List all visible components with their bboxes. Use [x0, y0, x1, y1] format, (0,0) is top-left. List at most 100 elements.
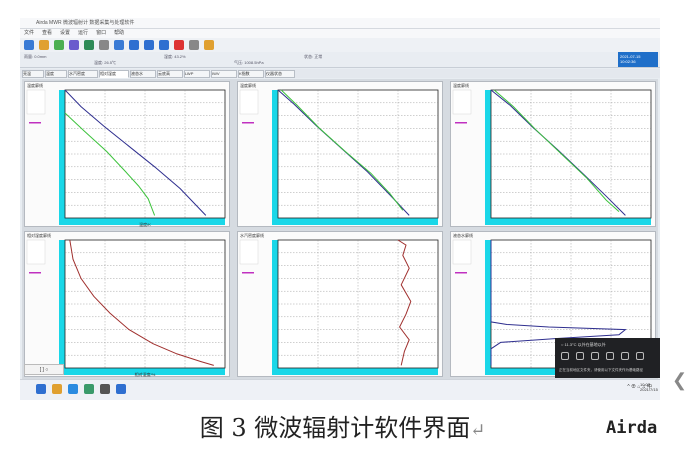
legend-marker	[29, 122, 41, 124]
menu-item-1[interactable]: 查看	[38, 29, 56, 38]
instrument-status-bar: 雨量: 0.0mm 温度: 26.5℃ 湿度: 43.2% 气压: 1008.5hPa…	[20, 52, 660, 68]
camera-icon[interactable]	[576, 352, 584, 360]
panel-title: 温度廓线	[240, 82, 256, 88]
legend-marker	[242, 272, 254, 274]
profile-chart-svg: 相对湿度廓线相对湿度/%	[26, 232, 226, 377]
app-icon[interactable]	[116, 384, 126, 394]
settings-icon[interactable]	[99, 40, 109, 50]
watermark-text: Airda	[606, 418, 658, 438]
legend-marker	[29, 272, 41, 274]
antenna-icon[interactable]	[189, 40, 199, 50]
profile-panel-1[interactable]: 温度廓线	[237, 81, 443, 227]
browser-icon[interactable]	[68, 384, 78, 394]
share-icon[interactable]	[591, 352, 599, 360]
profile-chart-svg: 温度廓线温度/K	[26, 82, 226, 227]
save-icon[interactable]	[24, 40, 34, 50]
clock-date: 2021/7/15	[640, 387, 658, 392]
window-control-button[interactable]: [ ] ○	[24, 364, 64, 375]
legend-box	[26, 89, 46, 115]
return-mark: ↵	[470, 420, 486, 441]
status-field-2: 湿度: 43.2%	[164, 54, 186, 59]
menu-item-3[interactable]: 运行	[74, 29, 92, 38]
open-icon[interactable]	[39, 40, 49, 50]
profile-plots-area: 温度廓线 温度/K 温度廓线 温度廓线 相对湿度廓线 相对湿度/% 水汽密度廓线 液态水廓线	[22, 79, 658, 379]
status-field-1: 温度: 26.5℃	[94, 60, 117, 65]
tab-5[interactable]: 云底高	[157, 70, 183, 78]
profile-panel-0[interactable]: 温度廓线温度/K	[24, 81, 230, 227]
y-axis-band	[59, 90, 65, 224]
chevron-left-icon[interactable]: ❮	[672, 370, 685, 391]
profile-chart-svg: 温度廓线	[239, 82, 439, 225]
status-field-4: 状态: 正常	[304, 54, 323, 59]
record-icon[interactable]	[621, 352, 629, 360]
settings-icon[interactable]	[636, 352, 644, 360]
panel-title: 温度廓线	[27, 82, 43, 88]
window-title: Airda MWR 微波辐射计 数据采集与处理软件	[36, 20, 135, 26]
x-axis-band	[272, 218, 438, 225]
pause-icon[interactable]	[144, 40, 154, 50]
status-time: 10:02:36	[620, 59, 636, 64]
x-axis-label: 温度/K	[139, 221, 151, 227]
tab-6[interactable]: LWP	[184, 70, 210, 78]
legend-marker	[455, 122, 467, 124]
folder-icon[interactable]	[606, 352, 614, 360]
panel-title: 相对湿度廓线	[27, 232, 51, 238]
caption-text: 图 3 微波辐射计软件界面	[199, 414, 471, 442]
mic-icon[interactable]	[561, 352, 569, 360]
x-axis-band	[485, 218, 651, 225]
camera-icon[interactable]	[114, 40, 124, 50]
tab-7[interactable]: IWV	[211, 70, 237, 78]
figure-caption: 图 3 微波辐射计软件界面↵	[0, 408, 685, 443]
x-axis-band	[272, 368, 438, 375]
tab-1[interactable]: 温度	[45, 70, 67, 78]
status-field-3: 气压: 1008.5hPa	[234, 60, 264, 65]
legend-box	[452, 239, 472, 265]
help-icon[interactable]	[204, 40, 214, 50]
y-axis-band	[485, 240, 491, 374]
tab-8[interactable]: K指数	[238, 70, 264, 78]
start-icon[interactable]	[36, 384, 46, 394]
legend-marker	[455, 272, 467, 274]
system-notification-popup[interactable]: ○ 11.3°C 以外在基地以外 正在当前地区文件夹，请使用以下文件夹作为基础路…	[555, 338, 660, 378]
menu-item-0[interactable]: 文件	[20, 29, 38, 38]
legend-box	[239, 239, 259, 265]
software-screenshot: Airda MWR 微波辐射计 数据采集与处理软件 文件 查看 设置 运行 窗口 帮助 雨…	[20, 18, 660, 400]
explorer-icon[interactable]	[52, 384, 62, 394]
panel-title: 温度廓线	[453, 82, 469, 88]
y-axis-band	[272, 240, 278, 374]
panel-title: 水汽密度廓线	[240, 232, 264, 238]
tab-4[interactable]: 液态水	[130, 70, 156, 78]
status-field-0: 雨量: 0.0mm	[24, 54, 47, 59]
profile-panel-4[interactable]: 水汽密度廓线	[237, 231, 443, 377]
play-icon[interactable]	[129, 40, 139, 50]
y-axis-band	[272, 90, 278, 224]
chart-icon[interactable]	[69, 40, 79, 50]
menu-item-5[interactable]: 帮助	[110, 29, 128, 38]
calibrate-icon[interactable]	[84, 40, 94, 50]
menu-item-2[interactable]: 设置	[56, 29, 74, 38]
profile-panel-3[interactable]: 相对湿度廓线 相对湿度/%	[24, 231, 230, 377]
notification-title: ○ 11.3°C 以外在基地以外	[561, 342, 606, 347]
stop-icon[interactable]	[159, 40, 169, 50]
window-title-bar: Airda MWR 微波辐射计 数据采集与处理软件	[20, 18, 660, 29]
profile-chart-svg: 水汽密度廓线	[239, 232, 439, 375]
panel-title: 液态水廓线	[453, 232, 473, 238]
monitor-icon[interactable]	[100, 384, 110, 394]
tab-0[interactable]: 亮温	[22, 70, 44, 78]
notification-text: 正在当前地区文件夹，请使用以下文件夹作为基础路径	[559, 368, 643, 372]
y-axis-band	[485, 90, 491, 224]
profile-chart-svg: 温度廓线	[452, 82, 652, 225]
datetime-status-box: 2021-07-15 10:02:36	[618, 52, 658, 67]
record-icon[interactable]	[174, 40, 184, 50]
mail-icon[interactable]	[84, 384, 94, 394]
tab-3[interactable]: 相对湿度	[99, 70, 129, 78]
system-clock[interactable]: 10:02 2021/7/15	[640, 382, 660, 392]
print-icon[interactable]	[54, 40, 64, 50]
profile-panel-2[interactable]: 温度廓线	[450, 81, 656, 227]
legend-box	[239, 89, 259, 115]
taskbar: ^ ⊕ ⌂ ♫ 中 10:02 2021/7/15	[20, 379, 660, 400]
tab-9[interactable]: 仪器状态	[265, 70, 295, 78]
main-toolbar	[20, 38, 660, 52]
tab-2[interactable]: 水汽密度	[68, 70, 98, 78]
menu-item-4[interactable]: 窗口	[92, 29, 110, 38]
